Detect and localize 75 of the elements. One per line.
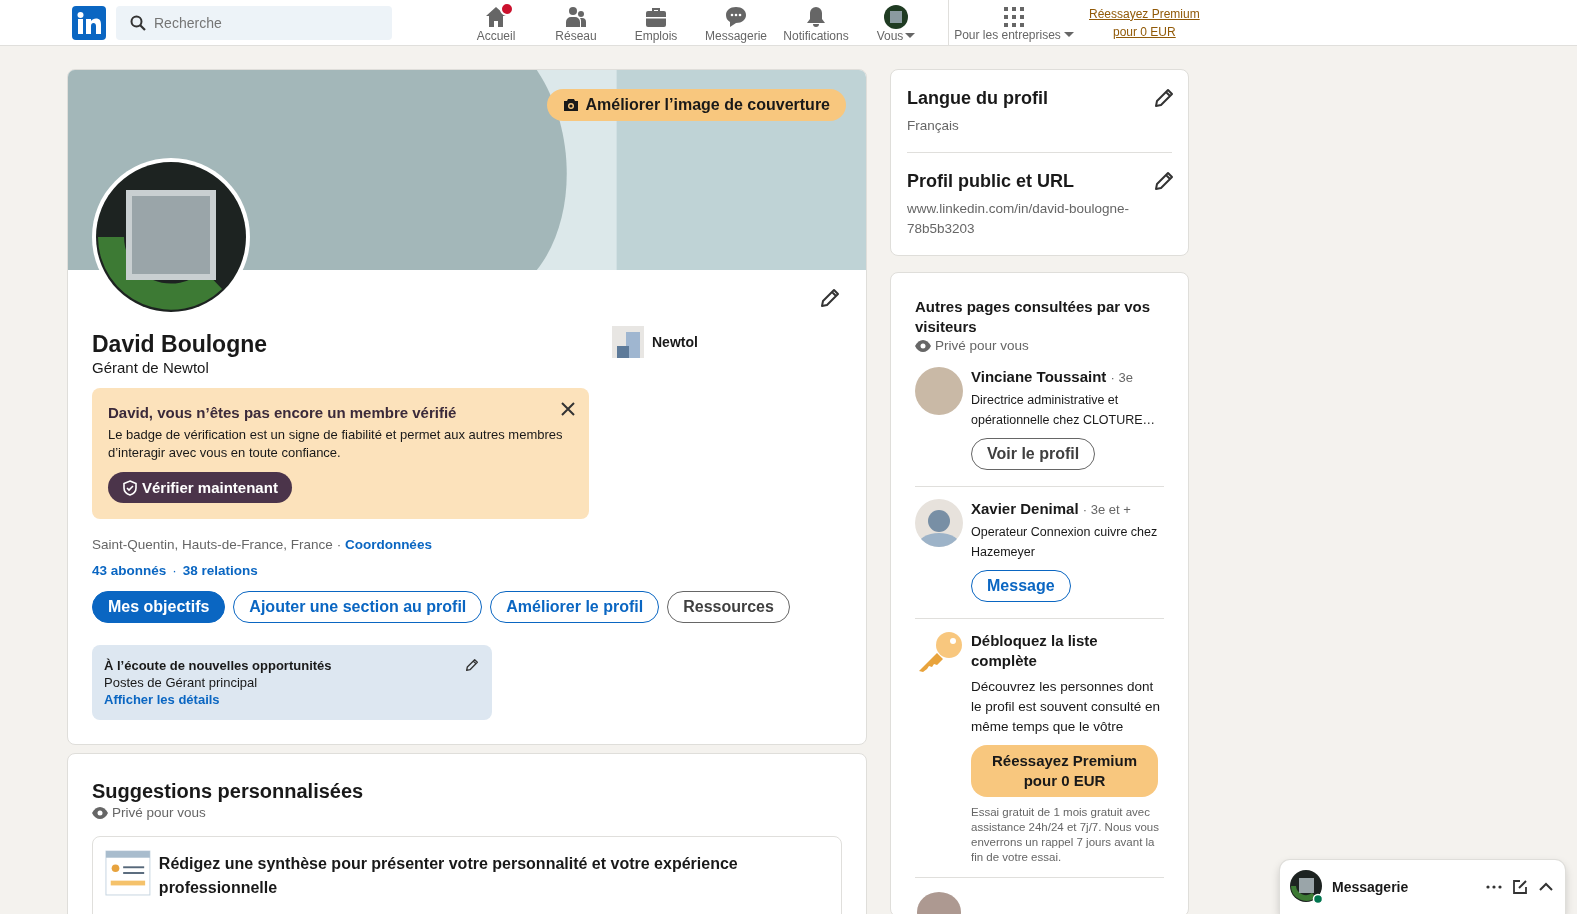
privacy-note: Privé pour vous — [935, 337, 1029, 355]
followers-link[interactable]: 43 abonnés — [92, 561, 167, 581]
person-headline: Directrice administrative et opérationnelle chez CLOTURE… — [971, 392, 1157, 429]
nav-item[interactable]: Accueil — [456, 2, 536, 43]
banner-text: Le badge de vérification est un signe de fiabilité et permet aux autres membres d’interagir avec vous en toute confiance. — [108, 426, 564, 462]
improve-cover-button[interactable]: Améliorer l’image de couverture — [547, 89, 846, 121]
avatar-icon — [884, 4, 908, 29]
edit-button[interactable] — [1152, 86, 1176, 110]
chat-icon — [724, 4, 748, 29]
setting-value: www.linkedin.com/in/david-boulogne-78b5b3203 — [907, 200, 1131, 238]
compose-icon[interactable] — [1511, 878, 1529, 896]
open-to-work-title: À l’écoute de nouvelles opportunités — [104, 657, 333, 674]
banner-title: David, vous n’êtes pas encore un membre vérifié — [108, 403, 458, 423]
company-name[interactable]: Newtol — [652, 334, 698, 350]
pencil-icon — [464, 657, 480, 673]
location-text: Saint-Quentin, Hauts-de-France, France · Coordonnées — [92, 536, 433, 554]
open-to-work-text: Postes de Gérant principal — [104, 674, 259, 691]
shield-icon — [122, 479, 138, 496]
trial-note: Essai gratuit de 1 mois gratuit avec assistance 24h/24 et 7j/7. Nous vous enverrons un rappel 7 jours avant la fin de votre essai. — [971, 805, 1160, 865]
avatar-silhouette-icon[interactable] — [915, 499, 963, 547]
nav-item[interactable]: Réseau — [536, 2, 616, 43]
pencil-icon — [1152, 169, 1176, 193]
business-menu[interactable]: Pour les entreprises — [949, 3, 1079, 42]
suggestion-item[interactable]: Rédigez une synthèse pour présenter votre personnalité et votre expérience professionnelle — [92, 836, 842, 914]
separator-dot: · — [172, 562, 177, 580]
search-field[interactable]: Recherche — [116, 5, 392, 40]
upsell-title: Débloquez la liste complète — [971, 631, 1099, 671]
edit-button[interactable] — [464, 657, 480, 673]
viewers-title: Autres pages consultées par vos visiteurs — [915, 297, 1152, 337]
premium-button[interactable]: Réessayez Premium pour 0 EUR — [971, 745, 1158, 797]
messaging-title: Messagerie — [1332, 879, 1410, 895]
profile-action-button[interactable]: Ajouter une section au profil — [233, 591, 483, 623]
eye-icon — [92, 807, 108, 819]
company-logo[interactable] — [612, 326, 644, 358]
caret-icon — [1063, 32, 1074, 37]
person-action-button[interactable]: Voir le profil — [971, 438, 1096, 470]
nav-item[interactable]: Vous — [856, 2, 936, 43]
pencil-icon — [818, 286, 842, 310]
nav-item[interactable]: Emplois — [616, 2, 696, 43]
profile-document-icon — [105, 849, 151, 897]
upsell-text: Découvrez les personnes dont le profil est souvent consulté en même temps que le vôtre — [971, 678, 1162, 736]
profile-headline: Gérant de Newtol — [92, 358, 210, 378]
person-name[interactable]: Vinciane Toussaint · 3e — [971, 367, 1164, 388]
privacy-note: Privé pour vous — [112, 804, 206, 822]
nav-item[interactable]: Messagerie — [696, 2, 776, 43]
setting-title: Langue du profil — [907, 87, 1049, 110]
edit-button[interactable] — [1152, 169, 1176, 193]
details-link[interactable]: Afficher les détails — [104, 692, 220, 707]
profile-name: David Boulogne — [92, 330, 269, 358]
linkedin-logo[interactable] — [72, 5, 106, 40]
messaging-bar[interactable]: Messagerie — [1280, 860, 1565, 914]
setting-title: Profil public et URL — [907, 170, 1075, 193]
person-action-button[interactable]: Message — [971, 570, 1071, 602]
grid-icon — [1003, 5, 1025, 28]
premium-link[interactable]: Réessayez Premium pour 0 EUR — [1089, 4, 1200, 41]
close-icon — [561, 402, 575, 416]
verify-button[interactable]: Vérifier maintenant — [108, 472, 292, 503]
nav-item[interactable]: Notifications — [776, 2, 856, 43]
close-button[interactable] — [561, 402, 575, 416]
pencil-icon — [1152, 86, 1176, 110]
person-name[interactable]: Xavier Denimal · 3e et + — [971, 499, 1164, 520]
eye-icon — [915, 340, 931, 352]
contact-link[interactable]: Coordonnées — [344, 537, 432, 552]
bell-icon — [804, 4, 828, 29]
connections-link[interactable]: 38 relations — [182, 561, 258, 581]
avatar-icon — [1290, 870, 1324, 904]
profile-action-button[interactable]: Ressources — [667, 591, 790, 623]
setting-value: Français — [907, 117, 960, 135]
people-icon — [564, 4, 588, 29]
profile-action-button[interactable]: Améliorer le profil — [490, 591, 660, 623]
suggestions-title: Suggestions personnalisées — [92, 779, 365, 804]
suggestion-text: Rédigez une synthèse pour présenter votre personnalité et votre expérience professionnelle — [158, 854, 739, 898]
profile-action-button[interactable]: Mes objectifs — [92, 591, 226, 623]
camera-icon — [563, 98, 580, 112]
person-headline: Operateur Connexion cuivre chez Hazemeyer — [971, 524, 1159, 561]
